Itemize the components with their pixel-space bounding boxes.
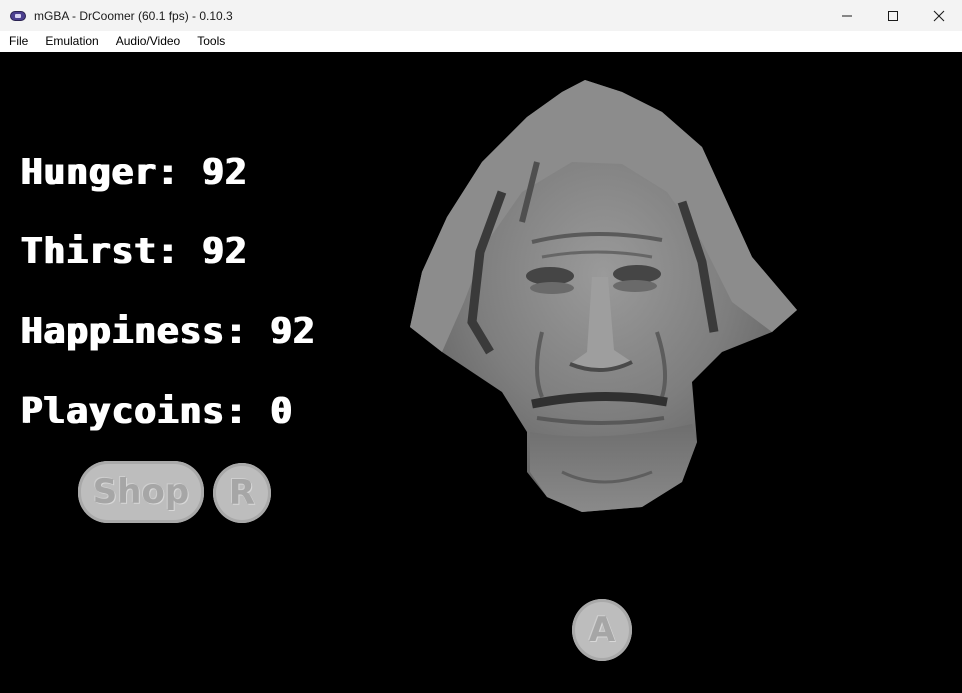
maximize-icon <box>888 10 898 21</box>
minimize-icon <box>842 15 852 16</box>
character-face-image <box>410 80 797 512</box>
maximize-button[interactable] <box>870 0 916 31</box>
close-icon <box>933 10 945 21</box>
mgba-app-icon <box>10 10 26 21</box>
close-button[interactable] <box>916 0 962 31</box>
menu-file[interactable]: File <box>0 31 36 52</box>
menu-bar: File Emulation Audio/Video Tools <box>0 31 962 52</box>
emulator-window: mGBA - DrCoomer (60.1 fps) - 0.10.3 File… <box>0 0 962 693</box>
menu-tools[interactable]: Tools <box>188 31 233 52</box>
menu-audio-video[interactable]: Audio/Video <box>107 31 189 52</box>
game-screen[interactable]: Hunger: 92 Thirst: 92 Happiness: 92 Play… <box>2 52 960 691</box>
window-title: mGBA - DrCoomer (60.1 fps) - 0.10.3 <box>34 8 233 23</box>
window-controls <box>824 0 962 31</box>
minimize-button[interactable] <box>824 0 870 31</box>
title-bar[interactable]: mGBA - DrCoomer (60.1 fps) - 0.10.3 <box>0 0 962 31</box>
menu-emulation[interactable]: Emulation <box>36 31 106 52</box>
